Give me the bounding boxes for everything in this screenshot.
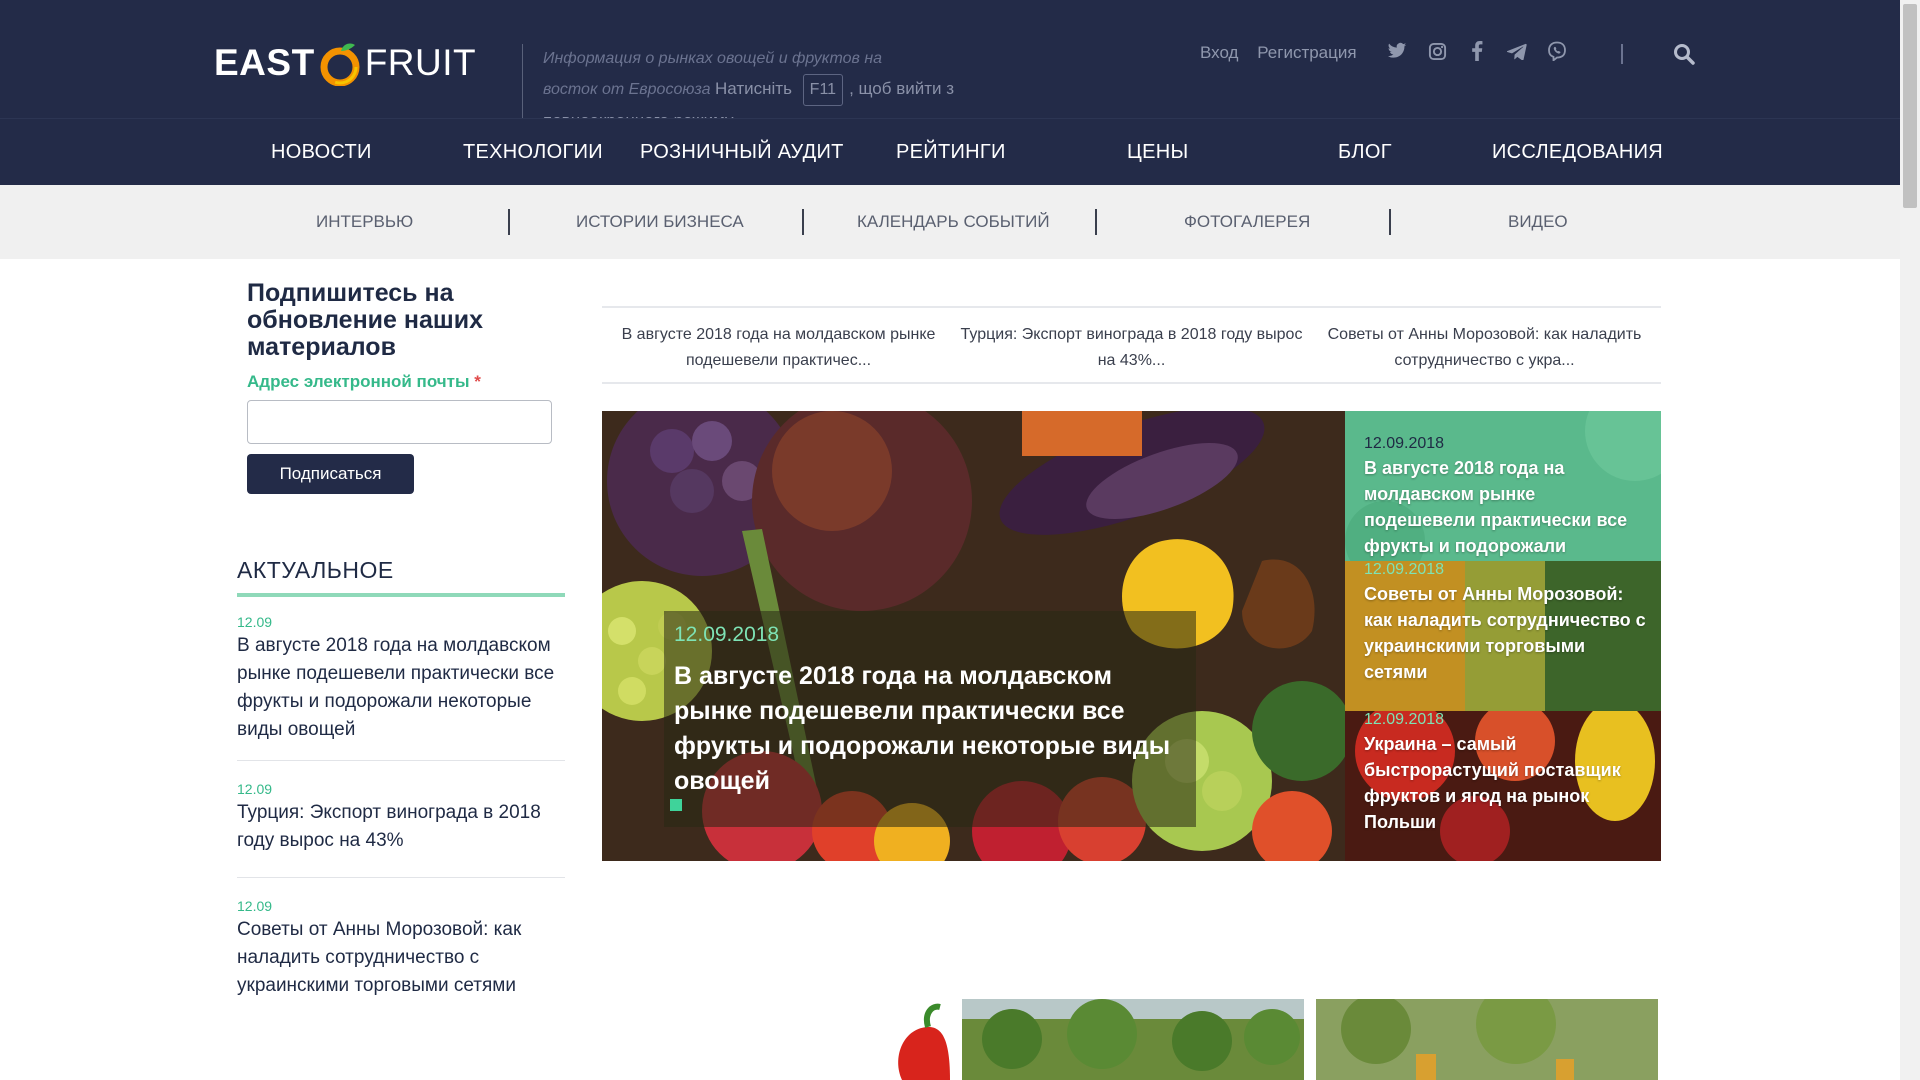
actual-news-list: 12.09 В августе 2018 года на молдавском … [237, 606, 565, 1016]
subnav-events-calendar[interactable]: КАЛЕНДАРЬ СОБЫТИЙ [857, 212, 1050, 232]
email-field[interactable] [247, 400, 552, 444]
hero-title[interactable]: В августе 2018 года на молдавском рынке … [674, 659, 1186, 799]
nav-research[interactable]: ИССЛЕДОВАНИЯ [1492, 141, 1663, 164]
sub-nav: ИНТЕРВЬЮ ИСТОРИИ БИЗНЕСА КАЛЕНДАРЬ СОБЫТ… [0, 185, 1900, 259]
ticker-item[interactable]: Турция: Экспорт винограда в 2018 году вы… [955, 308, 1308, 382]
facebook-icon[interactable] [1466, 40, 1488, 62]
actual-heading-underline [237, 593, 565, 597]
news-title[interactable]: Советы от Анны Морозовой: как наладить с… [237, 916, 565, 1000]
list-item[interactable]: 12.09 Турция: Экспорт винограда в 2018 г… [237, 761, 565, 878]
hero-featured-article[interactable]: 12.09.2018 В августе 2018 года на молдав… [602, 411, 1345, 861]
news-date: 12.09 [237, 781, 273, 797]
side-articles: 12.09.2018 В августе 2018 года на молдав… [1345, 411, 1661, 861]
hero-date: 12.09.2018 [674, 623, 780, 646]
email-label: Адрес электронной почты * [247, 372, 481, 392]
actual-heading: АКТУАЛЬНОЕ [237, 557, 394, 583]
subnav-interviews[interactable]: ИНТЕРВЬЮ [316, 212, 413, 232]
tagline-line-1: Информация о рынках овощей и фруктов на [543, 50, 883, 67]
twitter-icon[interactable] [1386, 40, 1408, 62]
header-separator [1621, 44, 1623, 64]
subnav-business-stories[interactable]: ИСТОРИИ БИЗНЕСА [576, 212, 744, 232]
side-article-date: 12.09.2018 [1364, 711, 1445, 728]
ticker-item[interactable]: Советы от Анны Морозовой: как наладить с… [1308, 308, 1661, 382]
slider-indicator[interactable] [670, 799, 682, 811]
nav-technologies[interactable]: ТЕХНОЛОГИИ [463, 141, 603, 164]
register-link[interactable]: Регистрация [1257, 43, 1356, 62]
news-date: 12.09 [237, 614, 273, 630]
nav-retail-audit[interactable]: РОЗНИЧНЫЙ АУДИТ [640, 141, 844, 164]
subnav-video[interactable]: ВИДЕО [1508, 212, 1568, 232]
logo-text-east: EAST [214, 42, 315, 83]
news-title[interactable]: В августе 2018 года на молдавском рынке … [237, 632, 565, 744]
side-article-date: 12.09.2018 [1364, 435, 1445, 452]
fullscreen-hint-prefix: Натисніть [714, 79, 792, 98]
side-article-title[interactable]: В августе 2018 года на молдавском рынке … [1364, 455, 1651, 561]
subscribe-title: Подпишитесь на обновление наших материал… [247, 279, 484, 361]
side-article-card[interactable]: 12.09.2018 Украина – самый быстрорастущи… [1345, 711, 1661, 861]
search-icon[interactable] [1672, 42, 1696, 66]
auth-links: Вход Регистрация [1200, 43, 1371, 63]
orchard-thumbnail[interactable] [962, 999, 1304, 1080]
main-nav: НОВОСТИ ТЕХНОЛОГИИ РОЗНИЧНЫЙ АУДИТ РЕЙТИ… [0, 118, 1900, 185]
list-item[interactable]: 12.09 Советы от Анны Морозовой: как нала… [237, 878, 565, 1016]
pepper-thumbnail[interactable] [862, 999, 950, 1080]
instagram-icon[interactable] [1426, 40, 1448, 62]
side-article-title[interactable]: Украина – самый быстрорастущий поставщик… [1364, 731, 1651, 835]
ticker-item[interactable]: В августе 2018 года на молдавском рынке … [602, 308, 955, 382]
tagline-line-2-text: восток от Евросоюза [543, 81, 711, 98]
nav-ratings[interactable]: РЕЙТИНГИ [896, 141, 1006, 164]
garden-thumbnail[interactable] [1316, 999, 1658, 1080]
side-article-title[interactable]: Советы от Анны Морозовой: как наладить с… [1364, 581, 1651, 685]
side-article-card[interactable]: 12.09.2018 В августе 2018 года на молдав… [1345, 411, 1661, 561]
telegram-icon[interactable] [1506, 40, 1528, 62]
subnav-photo-gallery[interactable]: ФОТОГАЛЕРЕЯ [1184, 212, 1310, 232]
hero-caption: 12.09.2018 В августе 2018 года на молдав… [664, 611, 1196, 827]
subscribe-button[interactable]: Подписаться [247, 454, 414, 494]
site-logo[interactable]: EAST FRUIT [214, 32, 476, 94]
news-title[interactable]: Турция: Экспорт винограда в 2018 году вы… [237, 799, 565, 855]
side-article-date: 12.09.2018 [1364, 561, 1445, 578]
login-link[interactable]: Вход [1200, 43, 1238, 62]
nav-prices[interactable]: ЦЕНЫ [1127, 141, 1188, 164]
side-article-card[interactable]: 12.09.2018 Советы от Анны Морозовой: как… [1345, 561, 1661, 711]
viber-icon[interactable] [1546, 40, 1568, 62]
nav-blog[interactable]: БЛОГ [1338, 141, 1392, 164]
subnav-divider [508, 209, 510, 235]
required-mark: * [474, 372, 481, 391]
f11-key: F11 [802, 74, 844, 106]
news-date: 12.09 [237, 898, 273, 914]
news-ticker: В августе 2018 года на молдавском рынке … [602, 306, 1661, 384]
social-links [1386, 40, 1568, 62]
logo-text-fruit: FRUIT [364, 42, 477, 83]
nav-news[interactable]: НОВОСТИ [271, 141, 372, 164]
subnav-divider [1389, 209, 1391, 235]
subnav-divider [1095, 209, 1097, 235]
list-item[interactable]: 12.09 В августе 2018 года на молдавском … [237, 606, 565, 761]
subnav-divider [802, 209, 804, 235]
header: EAST FRUIT Информация о рынках овощей и … [0, 0, 1900, 137]
scrollbar-thumb[interactable] [1903, 4, 1917, 208]
orange-logo-icon [317, 40, 363, 87]
email-label-text: Адрес электронной почты [247, 372, 470, 391]
